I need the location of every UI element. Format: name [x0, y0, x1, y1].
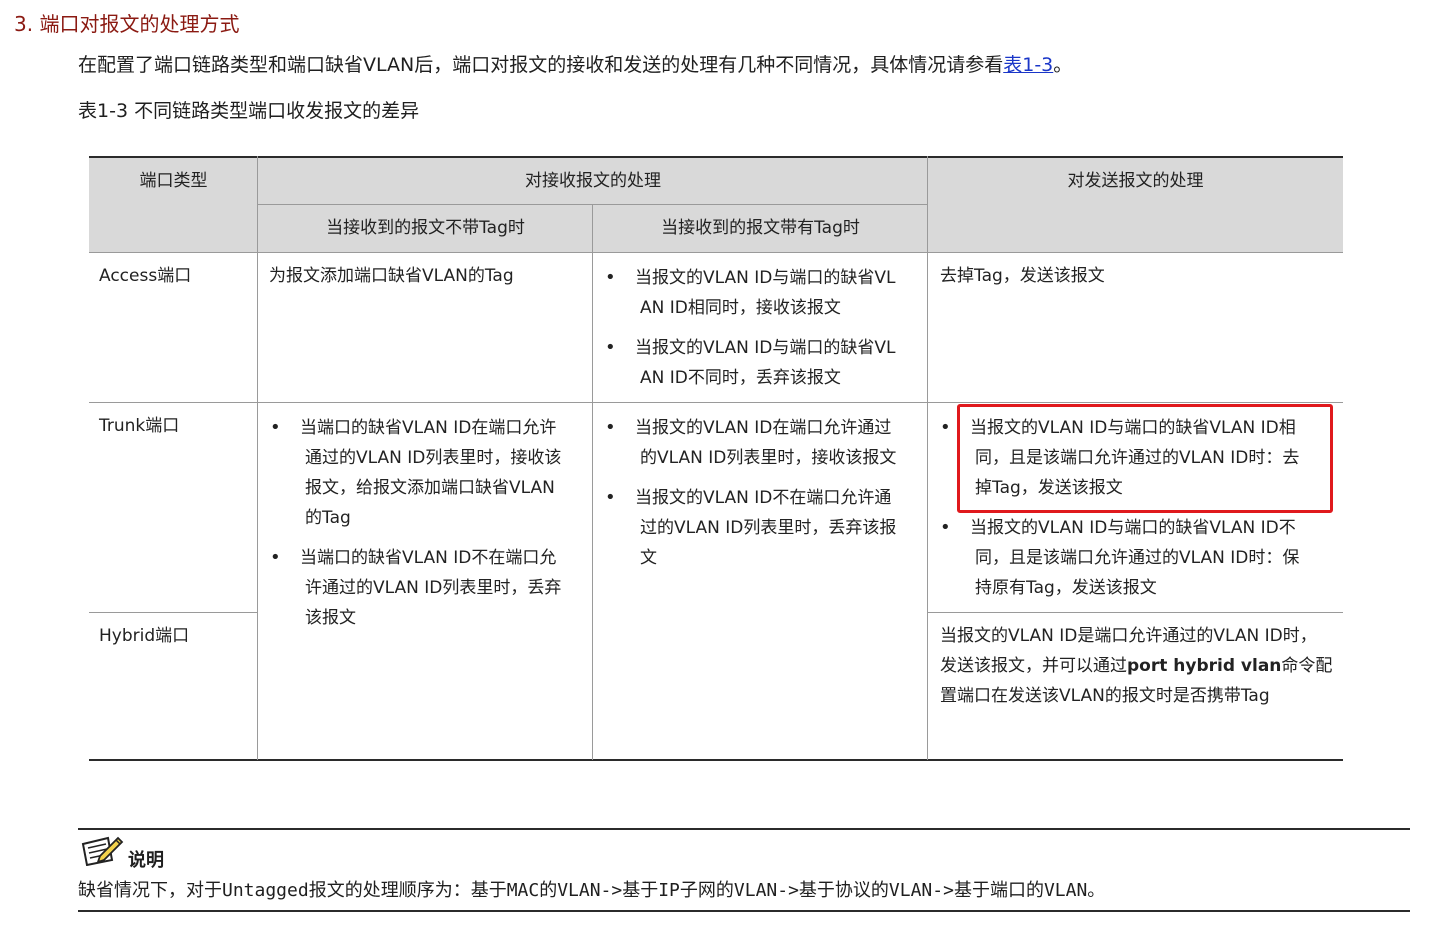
table-caption: 表1-3 不同链路类型端口收发报文的差异: [78, 100, 420, 122]
list-item: 当端口的缺省VLAN ID在端口允许 通过的VLAN ID列表里时，接收该 报文…: [264, 413, 584, 533]
port-type-access: Access端口: [99, 266, 192, 286]
trunk-hybrid-untagged-list: 当端口的缺省VLAN ID在端口允许 通过的VLAN ID列表里时，接收该 报文…: [264, 413, 584, 643]
note-text: 缺省情况下，对于Untagged报文的处理顺序为：基于MAC的VLAN->基于I…: [78, 880, 1106, 901]
table-top-border: [89, 156, 1343, 158]
intro-paragraph: 在配置了端口链路类型和端口缺省VLAN后，端口对报文的接收和发送的处理有几种不同…: [78, 50, 1072, 77]
list-item: 当报文的VLAN ID在端口允许通过 的VLAN ID列表里时，接收该报文: [599, 413, 924, 473]
note-bottom-border: [78, 910, 1410, 912]
header-receive: 对接收报文的处理: [525, 171, 661, 191]
header-receive-tagged: 当接收到的报文带有Tag时: [661, 218, 860, 238]
table-bottom-border: [89, 759, 1343, 761]
note-pencil-icon: [81, 836, 124, 866]
access-send-cell: 去掉Tag，发送该报文: [940, 266, 1105, 286]
list-item: 当报文的VLAN ID与端口的缺省VL AN ID不同时，丢弃该报文: [599, 333, 919, 393]
header-send: 对发送报文的处理: [1067, 171, 1204, 191]
intro-text-end: 。: [1053, 54, 1073, 76]
col-divider-3: [927, 156, 928, 760]
hybrid-send-cell: 当报文的VLAN ID是端口允许通过的VLAN ID时， 发送该报文，并可以通过…: [940, 626, 1333, 706]
port-type-hybrid: Hybrid端口: [99, 626, 190, 646]
note-top-border: [78, 828, 1410, 830]
list-item: 当端口的缺省VLAN ID不在端口允 许通过的VLAN ID列表里时，丢弃 该报…: [264, 543, 584, 633]
command-text: port hybrid vlan: [1127, 656, 1282, 676]
list-item: 当报文的VLAN ID与端口的缺省VL AN ID相同时，接收该报文: [599, 263, 919, 323]
row-divider-trunk-type: [89, 612, 258, 613]
section-title: 3. 端口对报文的处理方式: [14, 12, 240, 36]
col-divider-2: [592, 204, 593, 760]
trunk-tagged-list: 当报文的VLAN ID在端口允许通过 的VLAN ID列表里时，接收该报文 当报…: [599, 413, 924, 583]
intro-text: 在配置了端口链路类型和端口缺省VLAN后，端口对报文的接收和发送的处理有几种不同…: [78, 54, 1004, 76]
col-divider-1: [257, 156, 258, 760]
note-label: 说明: [128, 850, 164, 871]
access-untagged-cell: 为报文添加端口缺省VLAN的Tag: [269, 266, 514, 286]
list-item: 当报文的VLAN ID不在端口允许通 过的VLAN ID列表里时，丢弃该报 文: [599, 483, 924, 573]
port-processing-table: 端口类型 对接收报文的处理 当接收到的报文不带Tag时 当接收到的报文带有Tag…: [89, 156, 1343, 761]
header-receive-untagged: 当接收到的报文不带Tag时: [326, 218, 525, 238]
header-divider: [258, 204, 928, 205]
header-bottom-border: [89, 252, 1343, 253]
access-tagged-list: 当报文的VLAN ID与端口的缺省VL AN ID相同时，接收该报文 当报文的V…: [599, 263, 919, 403]
port-type-trunk: Trunk端口: [99, 416, 180, 436]
highlight-box: [957, 404, 1333, 513]
list-item: 当报文的VLAN ID与端口的缺省VLAN ID不 同，且是该端口允许通过的VL…: [934, 513, 1339, 603]
header-port-type: 端口类型: [139, 171, 208, 191]
table-reference-link[interactable]: 表1-3: [1003, 54, 1053, 76]
